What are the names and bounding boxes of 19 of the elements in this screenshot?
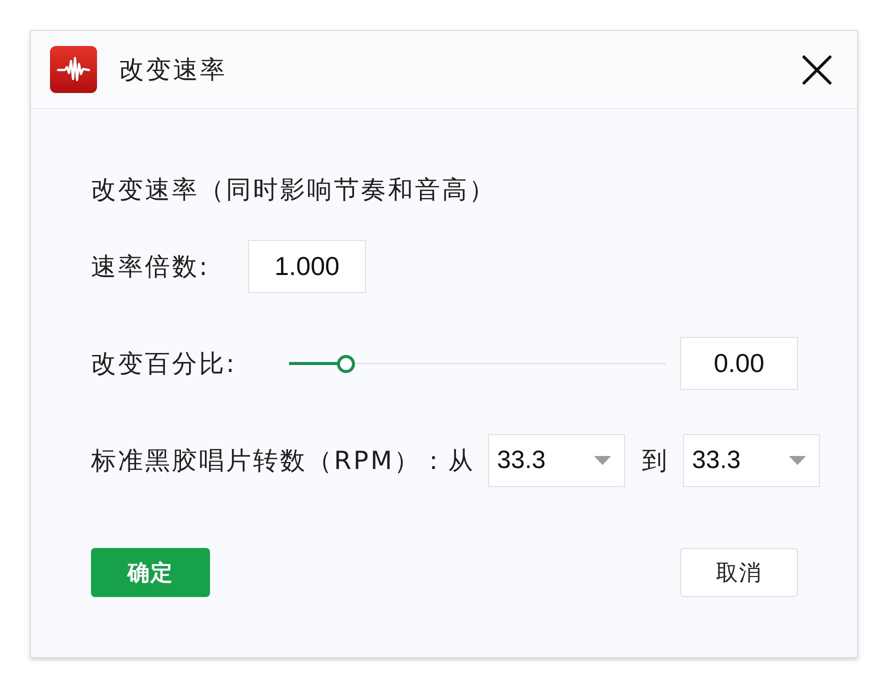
- close-icon: [802, 54, 832, 84]
- cancel-button[interactable]: 取消: [680, 548, 798, 597]
- percent-label: 改变百分比:: [91, 348, 238, 380]
- close-button[interactable]: [801, 54, 833, 86]
- rpm-label: 标准黑胶唱片转数（RPM）：: [91, 445, 448, 477]
- section-heading: 改变速率（同时影响节奏和音高）: [91, 174, 497, 206]
- from-label: 从: [448, 445, 474, 477]
- to-label: 到: [642, 445, 668, 477]
- slider-track[interactable]: [289, 354, 666, 374]
- rpm-dropdown[interactable]: 33.3: [488, 434, 626, 487]
- caret-icon: [594, 456, 612, 465]
- window-title: 改变速率: [119, 54, 227, 86]
- rate-input-field[interactable]: 1.000: [248, 240, 366, 293]
- app-logo-icon: [50, 46, 97, 93]
- caret-icon: [789, 456, 806, 465]
- rate-label: 速率倍数:: [91, 251, 210, 283]
- slider-thumb[interactable]: [336, 354, 355, 372]
- percent-input-field[interactable]: 0.00: [680, 337, 798, 390]
- rpm-dropdown[interactable]: 33.3: [683, 434, 820, 487]
